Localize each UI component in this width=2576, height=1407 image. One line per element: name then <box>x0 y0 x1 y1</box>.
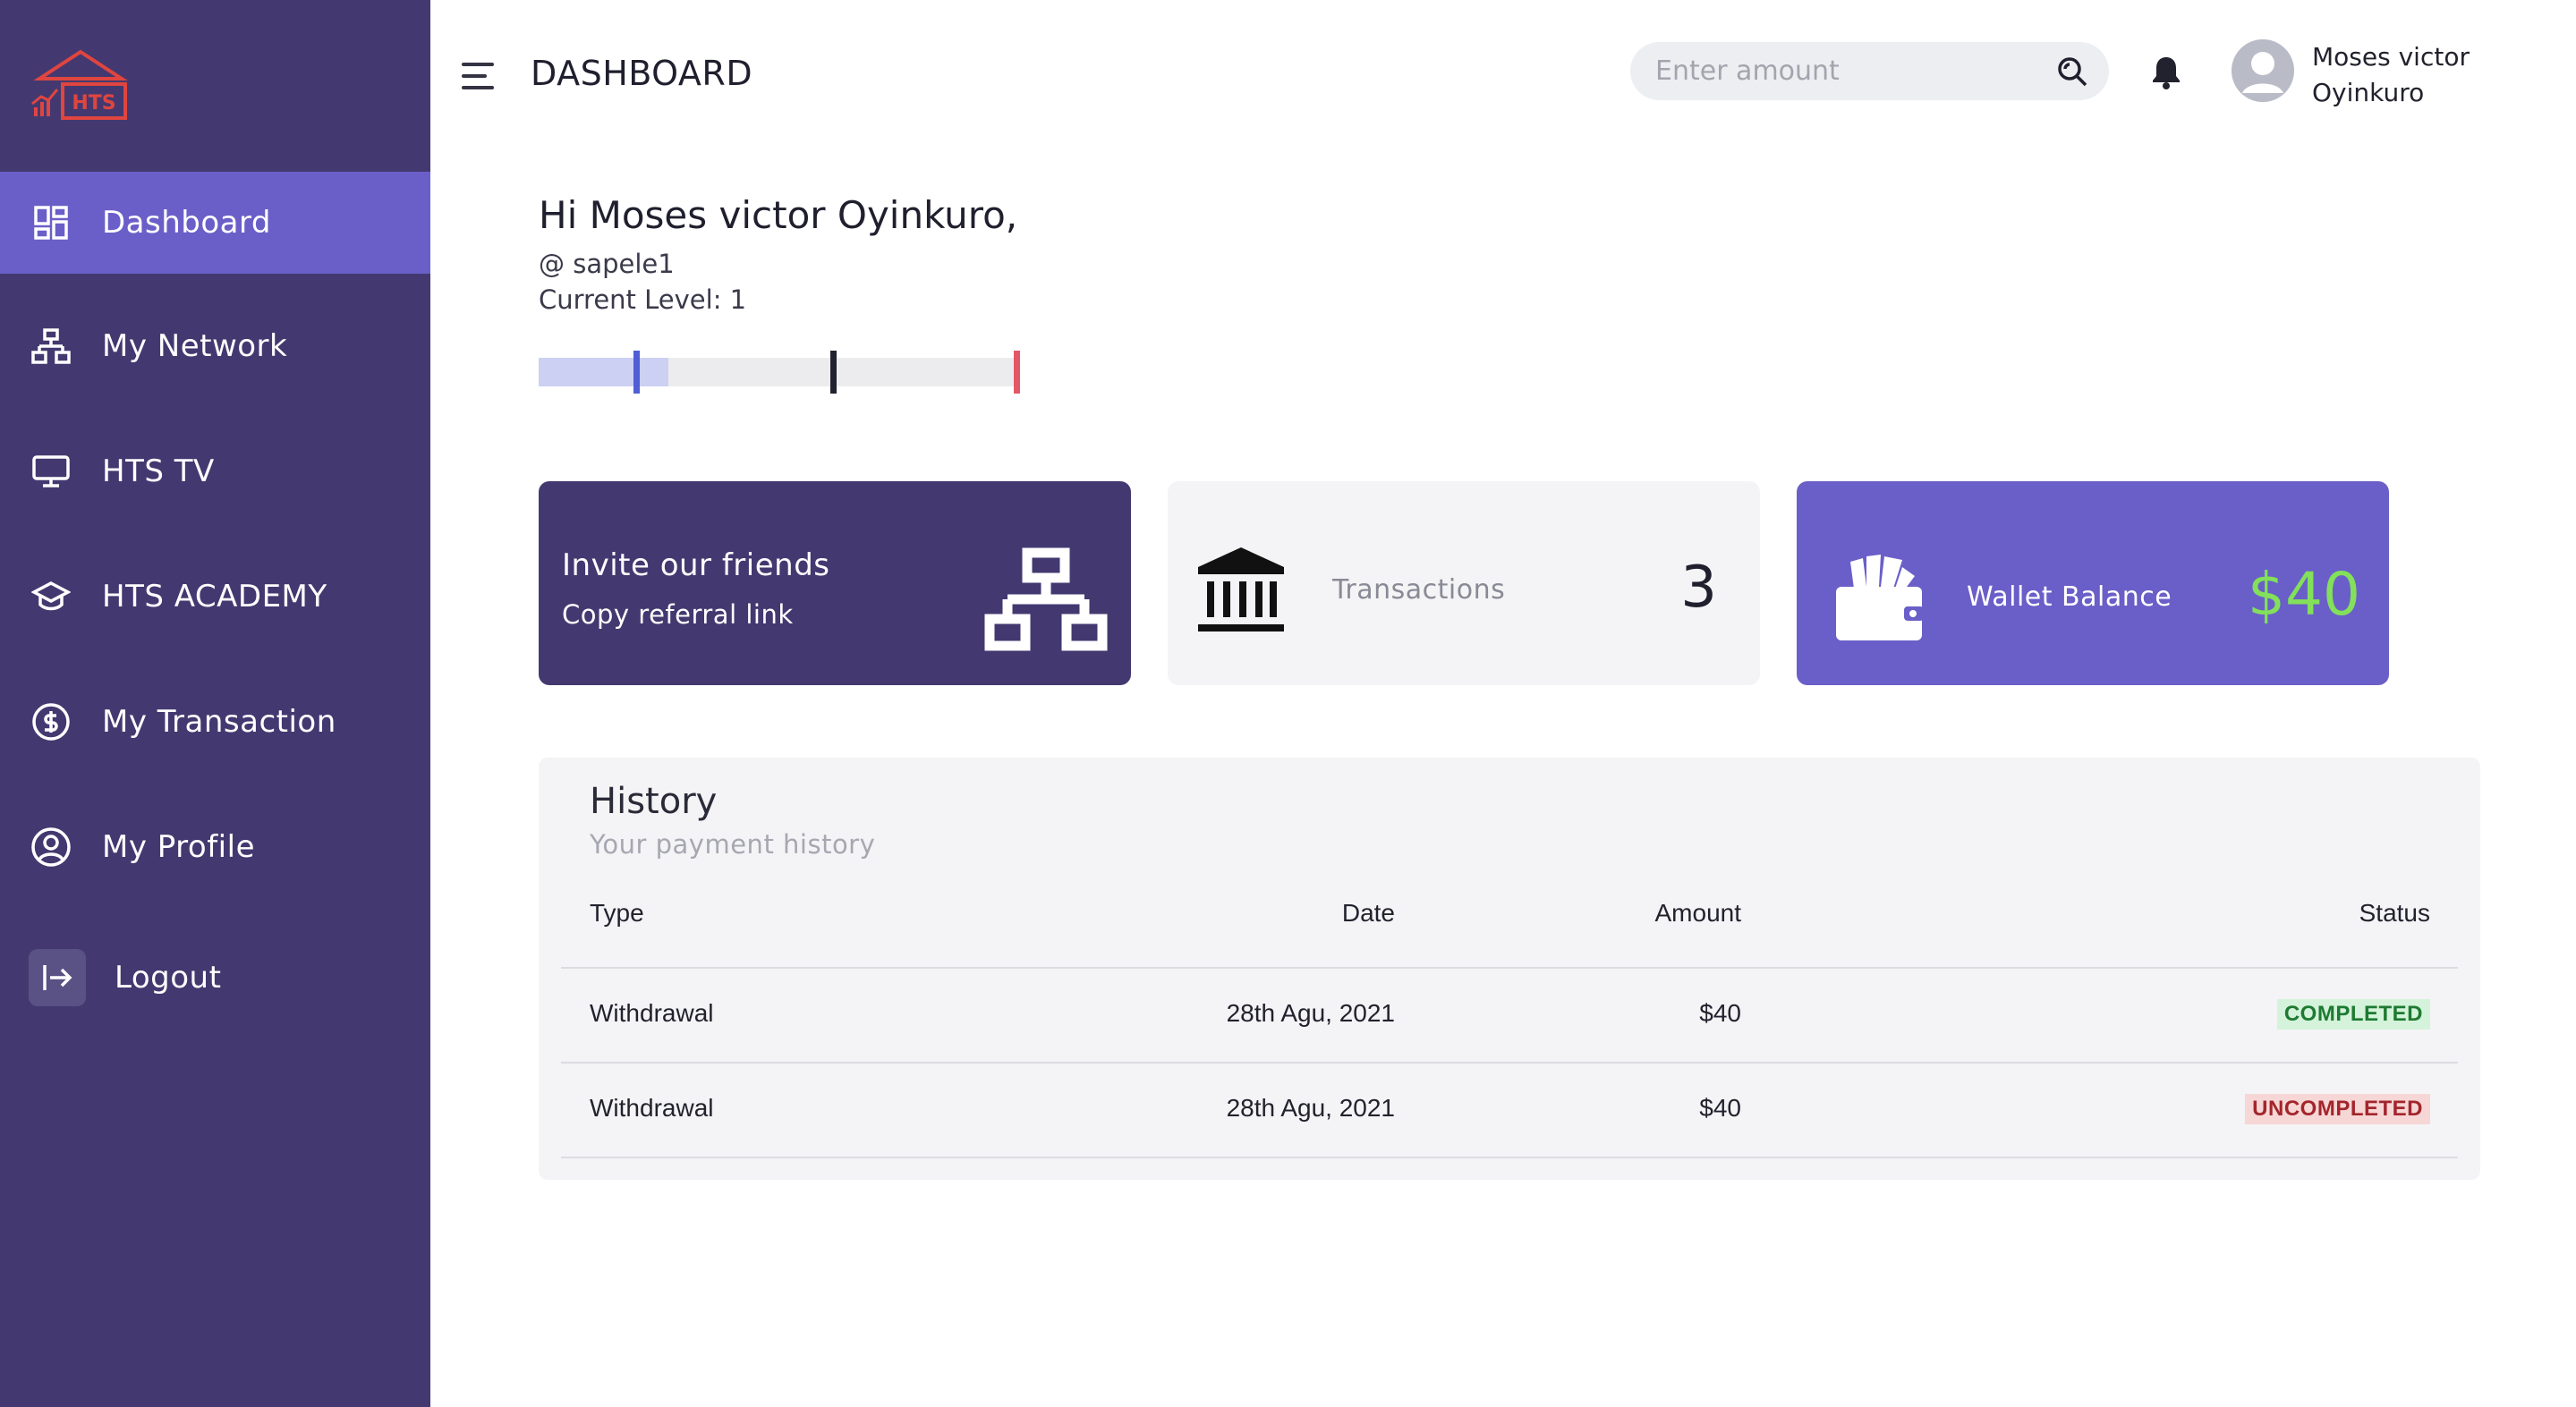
menu-toggle-button[interactable] <box>462 63 497 91</box>
monitor-icon <box>30 451 72 492</box>
user-name[interactable]: Moses victor Oyinkuro <box>2312 39 2545 111</box>
sidebar-item-label: HTS TV <box>102 453 215 489</box>
search-input[interactable] <box>1655 42 2031 100</box>
username-handle: @ sapele1 <box>539 249 675 279</box>
cell-type: Withdrawal <box>590 999 714 1027</box>
sidebar-item-label: Dashboard <box>102 205 271 241</box>
sidebar-item-hts-academy[interactable]: HTS ACADEMY <box>0 546 430 648</box>
invite-friends-card[interactable]: Invite our friends Copy referral link <box>539 481 1131 685</box>
sidebar-item-label: HTS ACADEMY <box>102 579 327 615</box>
history-panel: History Your payment history Type Date A… <box>539 758 2480 1180</box>
graduation-cap-icon <box>30 576 72 617</box>
level-marker-mid <box>830 351 837 394</box>
svg-text:HTS: HTS <box>72 92 115 114</box>
search-bar <box>1630 42 2109 100</box>
cell-amount: $40 <box>1699 999 1741 1027</box>
row-divider <box>561 1157 2458 1158</box>
sidebar-item-my-transaction[interactable]: My Transaction <box>0 671 430 773</box>
status-badge: COMPLETED <box>2276 999 2430 1030</box>
wallet-balance-value: $40 <box>2248 560 2360 629</box>
transactions-label: Transactions <box>1332 574 1506 606</box>
search-icon[interactable] <box>2055 55 2089 89</box>
sidebar: HTS Dashboard My Network HTS TV HTS ACAD… <box>0 0 430 1407</box>
dollar-circle-icon <box>30 701 72 742</box>
level-marker-start <box>633 351 640 394</box>
user-name-last: Oyinkuro <box>2312 78 2425 107</box>
transactions-card[interactable]: Transactions 3 <box>1168 481 1760 685</box>
hamburger-icon <box>462 63 494 66</box>
hts-logo[interactable]: HTS <box>29 48 132 125</box>
bank-icon <box>1194 546 1288 635</box>
level-progress-bar <box>539 351 1020 394</box>
history-subtitle: Your payment history <box>590 829 876 860</box>
cell-amount: $40 <box>1699 1094 1741 1122</box>
wallet-balance-label: Wallet Balance <box>1967 581 2172 613</box>
invite-title: Invite our friends <box>562 547 830 583</box>
wallet-balance-card[interactable]: Wallet Balance $40 <box>1797 481 2389 685</box>
network-icon <box>982 547 1109 653</box>
dashboard-grid-icon <box>30 202 72 243</box>
column-header-status: Status <box>2359 899 2430 927</box>
page-title: DASHBOARD <box>531 54 753 93</box>
user-name-first: Moses victor <box>2312 42 2470 72</box>
wallet-icon <box>1832 551 1926 644</box>
history-title: History <box>590 781 718 822</box>
column-header-type: Type <box>590 899 644 927</box>
sidebar-item-label: My Network <box>102 328 288 364</box>
status-badge: UNCOMPLETED <box>2245 1094 2430 1124</box>
sidebar-item-hts-tv[interactable]: HTS TV <box>0 420 430 522</box>
column-header-amount: Amount <box>1654 899 1742 927</box>
user-circle-icon <box>30 826 72 868</box>
user-avatar-icon <box>2232 39 2294 102</box>
cell-date: 28th Agu, 2021 <box>1226 1094 1395 1122</box>
transactions-count: 3 <box>1680 555 1717 621</box>
sidebar-item-my-network[interactable]: My Network <box>0 295 430 397</box>
copy-referral-link[interactable]: Copy referral link <box>562 599 794 630</box>
sidebar-item-label: My Profile <box>102 829 255 865</box>
cell-date: 28th Agu, 2021 <box>1226 999 1395 1027</box>
sidebar-item-label: Logout <box>115 960 222 996</box>
row-divider <box>561 967 2458 969</box>
greeting-heading: Hi Moses victor Oyinkuro, <box>539 193 1018 237</box>
sidebar-item-label: My Transaction <box>102 704 336 740</box>
cell-type: Withdrawal <box>590 1094 714 1122</box>
level-progress-fill <box>539 358 669 386</box>
current-level: Current Level: 1 <box>539 284 747 315</box>
logout-icon <box>29 949 86 1006</box>
sidebar-item-dashboard[interactable]: Dashboard <box>0 172 430 274</box>
column-header-date: Date <box>1341 899 1395 927</box>
avatar[interactable] <box>2232 39 2294 102</box>
sidebar-item-logout[interactable]: Logout <box>0 927 430 1029</box>
network-icon <box>30 326 72 367</box>
notification-bell-icon[interactable] <box>2147 54 2185 91</box>
row-divider <box>561 1062 2458 1064</box>
level-marker-end <box>1014 351 1020 394</box>
sidebar-item-my-profile[interactable]: My Profile <box>0 796 430 898</box>
